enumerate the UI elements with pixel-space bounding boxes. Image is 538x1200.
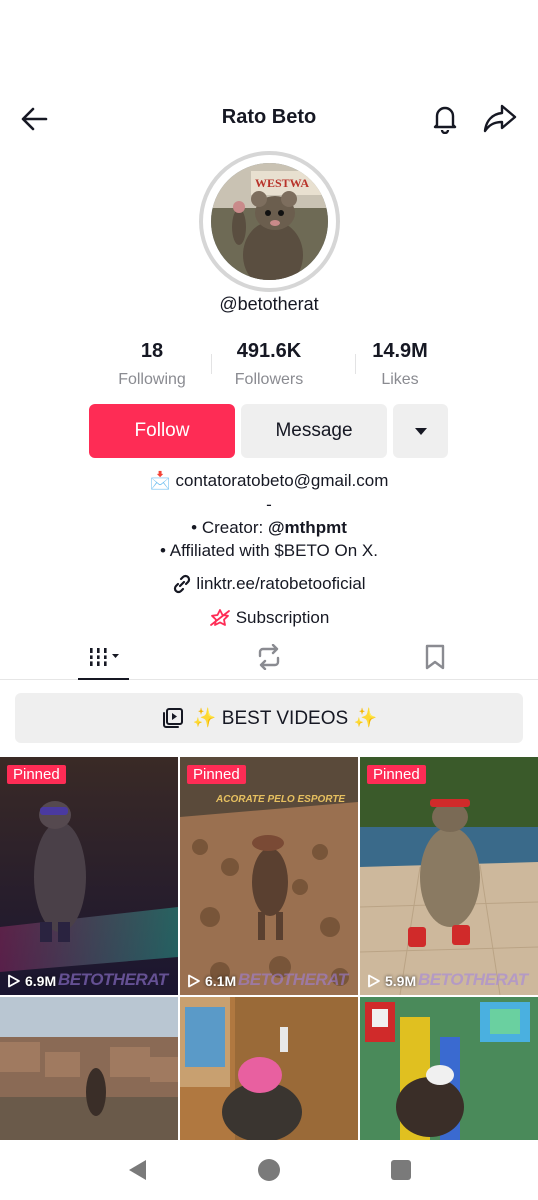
stat-likes[interactable]: 14.9M Likes xyxy=(340,340,460,389)
video-thumbnail[interactable] xyxy=(360,997,538,1140)
back-triangle-icon[interactable] xyxy=(126,1158,148,1182)
view-count-text: 5.9M xyxy=(385,973,417,989)
video-thumbnail[interactable]: Pinned BETOTHERAT 5.9M xyxy=(360,757,538,995)
view-count: 5.9M xyxy=(367,973,416,989)
bio-email-line: 📩 contatoratobeto@gmail.com xyxy=(0,471,538,491)
video-thumbnail[interactable] xyxy=(0,997,178,1140)
stat-following[interactable]: 18 Following xyxy=(92,340,212,389)
top-bar: Rato Beto xyxy=(0,96,538,142)
best-videos-playlist[interactable]: ✨ BEST VIDEOS ✨ xyxy=(15,693,523,743)
tab-videos[interactable] xyxy=(78,634,129,680)
caret-down-icon xyxy=(414,428,427,435)
tab-reposts[interactable] xyxy=(244,634,294,680)
active-tab-indicator xyxy=(78,678,129,680)
profile-tabs xyxy=(0,634,538,680)
video-watermark: BETOTHERAT xyxy=(418,970,528,989)
avatar[interactable]: WESTWA xyxy=(199,151,340,292)
profile-handle: @betotherat xyxy=(219,294,319,314)
video-thumbnail[interactable]: ACORATE PELO ESPORTE Pinned BETOTHERAT 6… xyxy=(180,757,358,995)
video-caption: ACORATE PELO ESPORTE xyxy=(215,794,345,805)
follow-button[interactable]: Follow xyxy=(89,404,235,458)
avatar-image: WESTWA xyxy=(211,163,328,280)
video-watermark: BETOTHERAT xyxy=(58,970,168,989)
message-button[interactable]: Message xyxy=(241,404,387,458)
pinned-badge: Pinned xyxy=(7,765,66,784)
view-count-text: 6.1M xyxy=(205,973,237,989)
view-count: 6.9M xyxy=(7,973,56,989)
svg-text:WESTWA: WESTWA xyxy=(255,176,309,190)
bio-link[interactable]: linktr.ee/ratobetooficial xyxy=(0,574,538,594)
share-icon[interactable] xyxy=(482,102,518,134)
video-thumbnail-image xyxy=(0,997,178,1140)
pinned-badge: Pinned xyxy=(367,765,426,784)
video-thumbnail-image xyxy=(0,757,178,995)
bell-icon[interactable] xyxy=(428,102,462,134)
videos-grid-icon xyxy=(88,648,119,666)
bio-creator-prefix: • Creator: xyxy=(191,518,268,537)
stat-label: Following xyxy=(118,371,186,388)
video-thumbnail[interactable]: Pinned BETOTHERAT 6.9M xyxy=(0,757,178,995)
link-icon xyxy=(174,574,191,594)
play-icon xyxy=(368,974,380,988)
video-thumbnail-image: ACORATE PELO ESPORTE xyxy=(180,757,358,995)
stat-value: 491.6K xyxy=(236,340,302,362)
view-count: 6.1M xyxy=(187,973,236,989)
playlist-label: ✨ BEST VIDEOS ✨ xyxy=(192,708,378,729)
bio-affiliation: • Affiliated with $BETO On X. xyxy=(160,541,378,560)
bio-email: contatoratobeto@gmail.com xyxy=(175,471,389,490)
creator-mention[interactable]: @mthpmt xyxy=(268,518,347,537)
bio-link-text: linktr.ee/ratobetooficial xyxy=(196,574,366,593)
playlist-icon xyxy=(162,708,183,728)
more-options-button[interactable] xyxy=(393,404,448,458)
stats-row: 18 Following 491.6K Followers 14.9M Like… xyxy=(92,340,446,392)
stat-value: 18 xyxy=(140,340,164,362)
bio-creator-line: • Creator: @mthpmt xyxy=(0,518,538,538)
subscription-label: Subscription xyxy=(235,608,330,627)
stat-value: 14.9M xyxy=(372,340,428,362)
subscription-link[interactable]: Subscription xyxy=(0,608,538,628)
video-thumbnail[interactable] xyxy=(180,997,358,1140)
video-thumbnail-image xyxy=(180,997,358,1140)
pinned-badge: Pinned xyxy=(187,765,246,784)
email-icon: 📩 xyxy=(149,471,171,490)
home-circle-icon[interactable] xyxy=(256,1157,282,1183)
system-nav-bar xyxy=(0,1140,538,1200)
video-watermark: BETOTHERAT xyxy=(238,970,348,989)
stat-label: Likes xyxy=(381,371,419,388)
recents-square-icon[interactable] xyxy=(390,1159,412,1181)
bio-separator: - xyxy=(266,495,272,514)
video-thumbnail-image xyxy=(360,757,538,995)
play-icon xyxy=(8,974,20,988)
video-thumbnail-image xyxy=(360,997,538,1140)
bookmark-icon xyxy=(425,644,445,670)
tab-saved[interactable] xyxy=(410,634,460,680)
subscription-icon xyxy=(209,609,230,626)
view-count-text: 6.9M xyxy=(25,973,57,989)
stat-label: Followers xyxy=(234,371,304,388)
repost-icon xyxy=(258,644,280,670)
play-icon xyxy=(188,974,200,988)
stat-followers[interactable]: 491.6K Followers xyxy=(212,340,326,389)
